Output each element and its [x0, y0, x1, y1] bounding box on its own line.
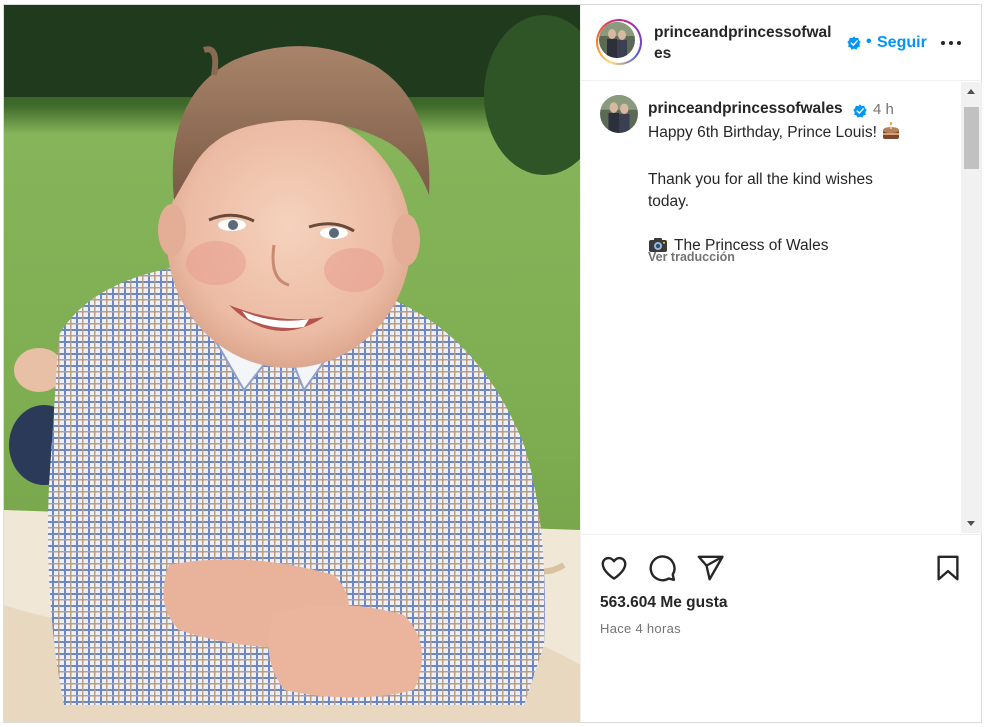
- likes-count[interactable]: 563.604 Me gusta: [600, 594, 728, 612]
- caption-scrollbar[interactable]: [961, 82, 982, 533]
- caption-line: [648, 147, 948, 169]
- instagram-post-embed: princeandprincessofwal es • Seguir princ…: [3, 4, 982, 723]
- header-username[interactable]: princeandprincessofwal es: [654, 22, 844, 64]
- caption-line: [648, 213, 948, 235]
- birthday-cake-emoji: [881, 122, 901, 147]
- bookmark-icon[interactable]: [933, 553, 963, 583]
- heart-icon[interactable]: [599, 553, 629, 583]
- post-actions: 563.604 Me gusta Hace 4 horas: [581, 534, 982, 722]
- caption-text: Happy 6th Birthday, Prince Louis! Thank …: [648, 122, 948, 260]
- follow-button[interactable]: Seguir: [877, 34, 927, 52]
- caption-avatar[interactable]: [600, 95, 638, 133]
- caption-line: today.: [648, 193, 690, 210]
- verified-badge-icon: [847, 36, 861, 50]
- post-photo[interactable]: [4, 5, 580, 722]
- comment-icon[interactable]: [647, 553, 677, 583]
- caption-timestamp[interactable]: 4 h: [873, 101, 894, 118]
- caption-username[interactable]: princeandprincessofwales: [648, 100, 843, 118]
- post-header: princeandprincessofwal es • Seguir: [581, 5, 982, 81]
- verified-badge-icon: [853, 104, 867, 118]
- see-translation-link[interactable]: Ver traducción: [648, 250, 735, 264]
- post-timestamp[interactable]: Hace 4 horas: [600, 621, 681, 636]
- scroll-thumb[interactable]: [964, 107, 979, 169]
- caption-area: princeandprincessofwales 4 h Happy 6th B…: [581, 82, 982, 533]
- caption-line: Thank you for all the kind wishes: [648, 171, 873, 188]
- caption-line-text: Happy 6th Birthday, Prince Louis!: [648, 124, 877, 141]
- post-details-pane: princeandprincessofwal es • Seguir princ…: [580, 5, 982, 722]
- caption-line: Happy 6th Birthday, Prince Louis!: [648, 122, 948, 147]
- header-username-line-2[interactable]: es: [654, 45, 671, 62]
- separator-dot: •: [866, 33, 872, 50]
- more-options-icon[interactable]: [939, 31, 963, 55]
- avatar: [599, 22, 635, 58]
- profile-avatar-story-ring[interactable]: [596, 19, 642, 65]
- paper-plane-icon[interactable]: [695, 553, 725, 583]
- header-username-line-1[interactable]: princeandprincessofwal: [654, 24, 831, 41]
- scroll-up-arrow-icon[interactable]: [961, 82, 982, 100]
- scroll-down-arrow-icon[interactable]: [961, 515, 982, 533]
- post-photo-image: [4, 5, 580, 722]
